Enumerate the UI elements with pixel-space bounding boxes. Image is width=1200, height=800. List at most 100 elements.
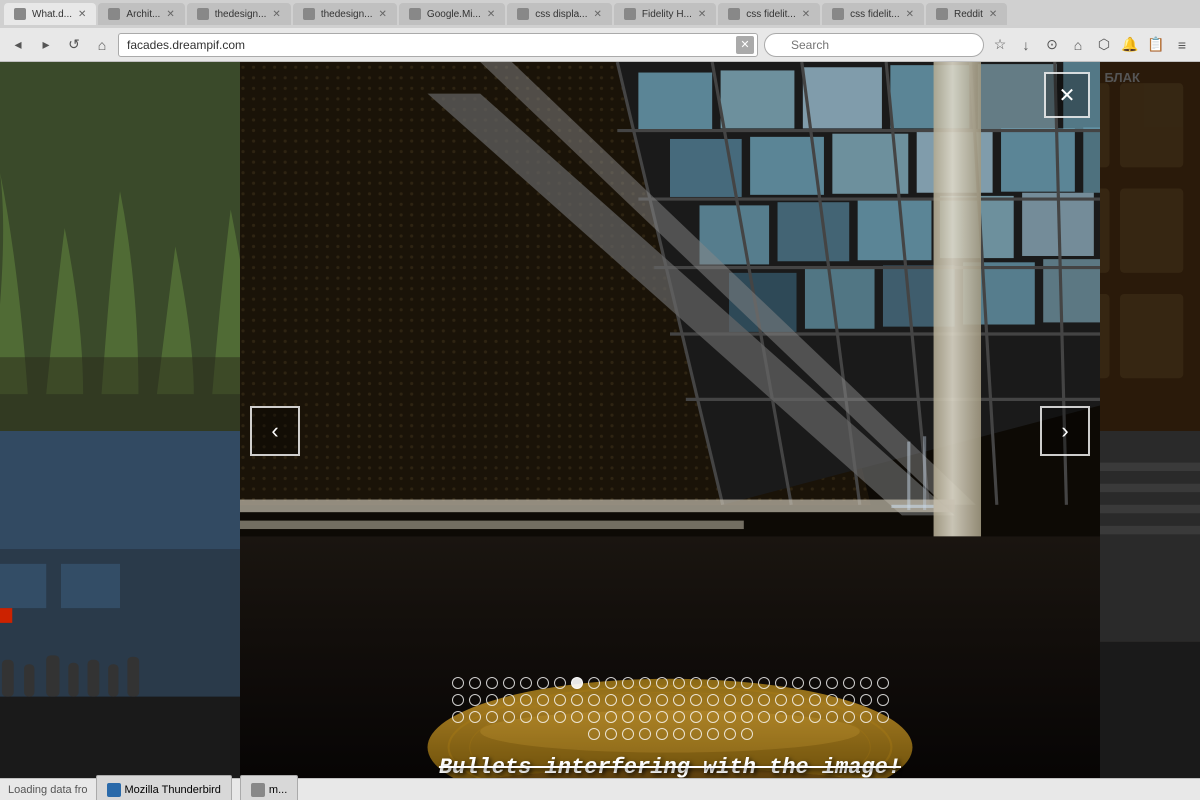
bullet-3-14[interactable] (673, 711, 685, 723)
bullet-2-23[interactable] (826, 694, 838, 706)
bullet-3-4[interactable] (503, 711, 515, 723)
home-button[interactable]: ⌂ (90, 33, 114, 57)
tab-10[interactable]: Reddit ✕ (926, 3, 1007, 25)
tab-3[interactable]: thedesign... ✕ (187, 3, 291, 25)
tab-close-4[interactable]: ✕ (379, 9, 387, 20)
bullet-2-22[interactable] (809, 694, 821, 706)
notification-icon-button[interactable]: 🔔 (1118, 33, 1142, 57)
bullet-1-16[interactable] (707, 677, 719, 689)
tab-6[interactable]: css displa... ✕ (507, 3, 612, 25)
bullet-4-8[interactable] (707, 728, 719, 740)
bullet-3-9[interactable] (588, 711, 600, 723)
search-input[interactable] (764, 33, 984, 57)
bullet-3-16[interactable] (707, 711, 719, 723)
bullet-2-15[interactable] (690, 694, 702, 706)
tab-8[interactable]: css fidelit... ✕ (718, 3, 820, 25)
bullet-1-11[interactable] (622, 677, 634, 689)
bullet-1-7[interactable] (554, 677, 566, 689)
bullet-4-6[interactable] (673, 728, 685, 740)
bullet-1-22[interactable] (809, 677, 821, 689)
extensions-icon-button[interactable]: ⬡ (1092, 33, 1116, 57)
bullet-2-26[interactable] (877, 694, 889, 706)
bullet-1-2[interactable] (469, 677, 481, 689)
tab-close-5[interactable]: ✕ (487, 9, 495, 20)
bullet-4-9[interactable] (724, 728, 736, 740)
tab-close-6[interactable]: ✕ (593, 9, 601, 20)
history-icon-button[interactable]: ⊙ (1040, 33, 1064, 57)
home-icon-button[interactable]: ⌂ (1066, 33, 1090, 57)
tab-close-2[interactable]: ✕ (166, 9, 174, 20)
prev-button[interactable]: ‹ (250, 406, 300, 456)
bullet-2-20[interactable] (775, 694, 787, 706)
address-bar[interactable] (118, 33, 758, 57)
bullet-2-21[interactable] (792, 694, 804, 706)
bullet-1-25[interactable] (860, 677, 872, 689)
bullet-1-26[interactable] (877, 677, 889, 689)
bullet-1-5[interactable] (520, 677, 532, 689)
bullet-3-5[interactable] (520, 711, 532, 723)
bullet-1-1[interactable] (452, 677, 464, 689)
tab-close-active[interactable]: ✕ (78, 9, 86, 20)
bullet-4-7[interactable] (690, 728, 702, 740)
menu-icon-button[interactable]: ≡ (1170, 33, 1194, 57)
tab-active[interactable]: What.d... ✕ (4, 3, 96, 25)
bookmark-icon-button[interactable]: ☆ (988, 33, 1012, 57)
next-button[interactable]: › (1040, 406, 1090, 456)
bullet-4-1[interactable] (588, 728, 600, 740)
thunderbird-taskbar-button[interactable]: Mozilla Thunderbird (96, 775, 232, 800)
bullet-1-10[interactable] (605, 677, 617, 689)
clipboard-icon-button[interactable]: 📋 (1144, 33, 1168, 57)
back-button[interactable]: ◂ (6, 33, 30, 57)
tab-close-10[interactable]: ✕ (989, 9, 997, 20)
tab-7[interactable]: Fidelity H... ✕ (614, 3, 716, 25)
bullet-3-7[interactable] (554, 711, 566, 723)
tab-2[interactable]: Archit... ✕ (98, 3, 184, 25)
bullet-1-15[interactable] (690, 677, 702, 689)
bullet-3-25[interactable] (860, 711, 872, 723)
bullet-3-6[interactable] (537, 711, 549, 723)
bullet-3-17[interactable] (724, 711, 736, 723)
bullet-2-13[interactable] (656, 694, 668, 706)
bullet-2-25[interactable] (860, 694, 872, 706)
bullet-2-2[interactable] (469, 694, 481, 706)
bullet-2-6[interactable] (537, 694, 549, 706)
bullet-4-5[interactable] (656, 728, 668, 740)
bullet-2-7[interactable] (554, 694, 566, 706)
downloads-icon-button[interactable]: ↓ (1014, 33, 1038, 57)
bullet-2-8[interactable] (571, 694, 583, 706)
bullet-3-11[interactable] (622, 711, 634, 723)
bullet-2-4[interactable] (503, 694, 515, 706)
bullet-3-10[interactable] (605, 711, 617, 723)
tab-4[interactable]: thedesign... ✕ (293, 3, 397, 25)
bullet-1-20[interactable] (775, 677, 787, 689)
bullet-2-12[interactable] (639, 694, 651, 706)
bullet-3-1[interactable] (452, 711, 464, 723)
bullet-2-24[interactable] (843, 694, 855, 706)
bullet-1-24[interactable] (843, 677, 855, 689)
tab-close-7[interactable]: ✕ (698, 9, 706, 20)
bullet-3-21[interactable] (792, 711, 804, 723)
tab-close-8[interactable]: ✕ (802, 9, 810, 20)
bullet-2-16[interactable] (707, 694, 719, 706)
bullet-2-11[interactable] (622, 694, 634, 706)
bullet-3-23[interactable] (826, 711, 838, 723)
bullet-2-19[interactable] (758, 694, 770, 706)
bullet-1-14[interactable] (673, 677, 685, 689)
bullet-4-4[interactable] (639, 728, 651, 740)
extra-taskbar-button[interactable]: m... (240, 775, 298, 800)
bullet-1-13[interactable] (656, 677, 668, 689)
close-button[interactable]: ✕ (1044, 72, 1090, 118)
bullet-4-3[interactable] (622, 728, 634, 740)
bullet-2-1[interactable] (452, 694, 464, 706)
bullet-1-12[interactable] (639, 677, 651, 689)
bullet-3-3[interactable] (486, 711, 498, 723)
bullet-3-19[interactable] (758, 711, 770, 723)
tab-5[interactable]: Google.Mi... ✕ (399, 3, 505, 25)
bullet-3-15[interactable] (690, 711, 702, 723)
bullet-3-2[interactable] (469, 711, 481, 723)
bullet-1-9[interactable] (588, 677, 600, 689)
bullet-3-8[interactable] (571, 711, 583, 723)
bullet-3-20[interactable] (775, 711, 787, 723)
forward-button[interactable]: ▸ (34, 33, 58, 57)
bullet-1-8[interactable] (571, 677, 583, 689)
